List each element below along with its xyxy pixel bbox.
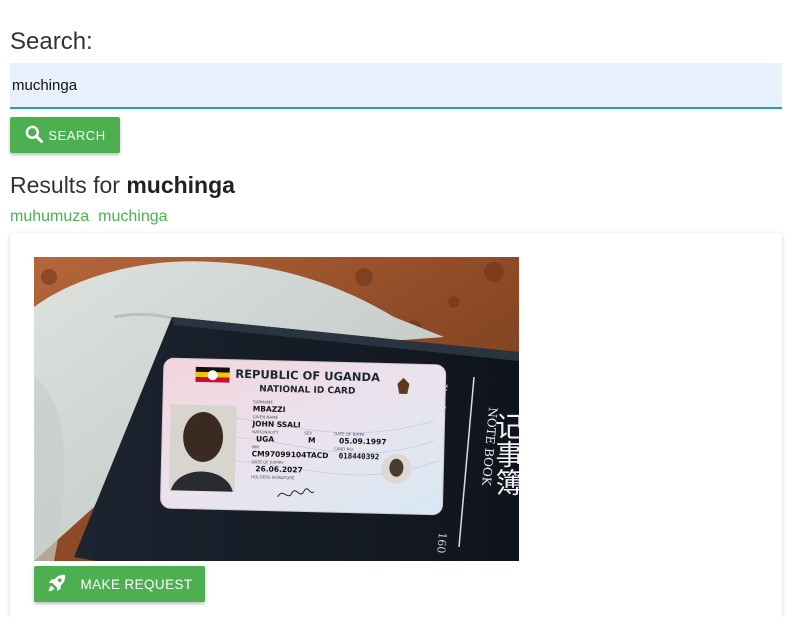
id-nin: CM97099104TACD — [252, 449, 329, 460]
tag-list: muhumuza muchinga — [10, 208, 168, 226]
make-request-button[interactable]: MAKE REQUEST — [34, 566, 205, 602]
notebook-number: 160 — [434, 532, 449, 554]
results-prefix: Results for — [10, 172, 127, 198]
results-heading: Results for muchinga — [10, 172, 235, 199]
search-button-label: SEARCH — [48, 127, 106, 143]
tag-link[interactable]: muchinga — [98, 208, 167, 226]
id-surname: MBAZZI — [253, 404, 286, 414]
id-sex: M — [308, 436, 316, 445]
search-input[interactable] — [10, 63, 782, 109]
search-label: Search: — [10, 28, 93, 55]
id-nationality: UGA — [256, 434, 274, 443]
make-request-label: MAKE REQUEST — [80, 576, 193, 592]
id-given-name: JOHN SSALI — [251, 419, 301, 429]
id-dob: 05.09.1997 — [339, 436, 387, 446]
id-card-no: 018440392 — [339, 451, 380, 461]
id-card-photo[interactable]: NOTE BOOK Jinsha Stationery 160 记事簿 REPU… — [34, 257, 519, 561]
tag-link[interactable]: muhumuza — [10, 208, 89, 226]
rocket-icon — [46, 572, 68, 597]
result-card: NOTE BOOK Jinsha Stationery 160 记事簿 REPU… — [10, 233, 782, 617]
search-button[interactable]: SEARCH — [10, 117, 120, 153]
search-icon — [24, 124, 44, 147]
results-query: muchinga — [126, 172, 235, 198]
notebook-chinese: 记事簿 — [492, 412, 520, 496]
id-expiry: 26.06.2027 — [255, 464, 303, 474]
